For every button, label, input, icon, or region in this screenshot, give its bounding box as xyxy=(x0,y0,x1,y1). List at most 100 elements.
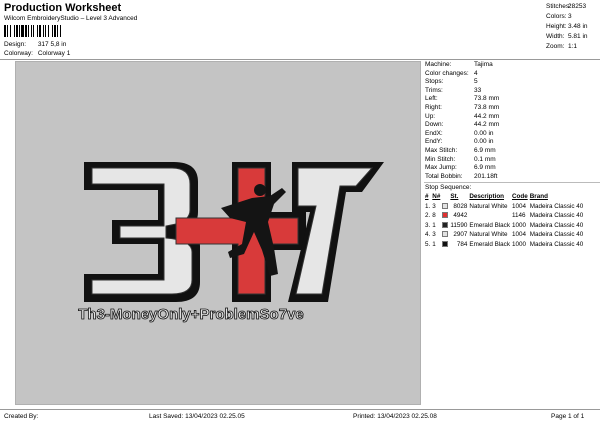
design-preview: Th3-MoneyOnly+ProblemSo7ve xyxy=(15,61,421,405)
colorway-row: Colorway: Colorway 1 xyxy=(4,50,70,57)
needle-number: 3 xyxy=(432,231,436,239)
software-subtitle: Wilcom EmbroideryStudio – Level 3 Advanc… xyxy=(4,15,138,22)
stat-label: Colors: xyxy=(546,13,567,20)
stitch-count: 4942 xyxy=(453,212,468,220)
barcode xyxy=(4,25,88,37)
stat-value: 5.81 in xyxy=(568,33,588,40)
thread-color-swatch xyxy=(442,231,449,238)
machine-info-row: Total Bobbin: 201.18ft xyxy=(424,173,600,182)
machine-info-label: Right: xyxy=(425,103,442,111)
stop-sequence-header: # N# St. Description Code Brand xyxy=(424,192,584,201)
stitch-count: 784 xyxy=(456,240,468,248)
artwork-slogan: Th3-MoneyOnly+ProblemSo7ve xyxy=(78,306,303,323)
machine-info-value: 73.8 mm xyxy=(474,95,500,103)
stop-sequence-row: 1. 3 8028 Natural White 1004 Madeira Classic … xyxy=(424,201,584,211)
thread-color-swatch xyxy=(442,240,449,247)
thread-color-swatch xyxy=(442,202,449,209)
machine-info-row: Machine: Tajima xyxy=(424,61,600,70)
machine-info-row: Max Stitch: 6.9 mm xyxy=(424,147,600,156)
design-value: 317 5,8 in xyxy=(37,41,67,48)
needle-number: 8 xyxy=(432,212,436,220)
machine-info-row: EndY: 0.00 in xyxy=(424,138,600,147)
stop-num: 4. xyxy=(425,231,431,239)
design-stats: Stitches:28253 Colors:3 Height:3.48 in W… xyxy=(546,2,588,52)
machine-info-value: 6.9 mm xyxy=(474,146,496,154)
machine-info-value: 0.00 in xyxy=(474,129,494,137)
stop-num: 1. xyxy=(425,202,431,210)
stat-value: 28253 xyxy=(568,3,587,10)
stop-sequence-row: 2. 8 4942 1146 Madeira Classic 40 xyxy=(424,211,584,221)
machine-info-row: Up: 44.2 mm xyxy=(424,113,600,122)
stat-zoom: Zoom: 1:1 xyxy=(546,42,588,52)
stat-label: Zoom: xyxy=(546,43,565,50)
stat-value: 3.48 in xyxy=(568,23,588,30)
stat-height: Height:3.48 in xyxy=(546,22,588,32)
stitch-count: 8028 xyxy=(453,202,468,210)
col-description: Description xyxy=(469,193,505,201)
worksheet-title: Production Worksheet xyxy=(4,2,122,14)
col-code: Code xyxy=(511,193,528,201)
machine-info-value: 0.1 mm xyxy=(474,155,496,163)
thread-code: 1000 xyxy=(511,240,526,248)
header-divider xyxy=(0,59,600,60)
needle-number: 1 xyxy=(432,221,436,229)
needle-number: 1 xyxy=(432,240,436,248)
thread-code: 1004 xyxy=(511,202,526,210)
stop-num: 3. xyxy=(425,221,431,229)
color-swatch xyxy=(441,211,449,221)
color-swatch xyxy=(441,239,449,249)
stop-sequence-body: 1. 3 8028 Natural White 1004 Madeira Classic … xyxy=(424,201,584,249)
machine-info-label: Machine: xyxy=(425,61,452,68)
machine-info-panel: Machine: Tajima Color changes: 4 Stops: 5 Trim… xyxy=(424,61,600,249)
machine-info-label: Total Bobbin: xyxy=(425,172,463,180)
machine-info-label: EndX: xyxy=(425,129,443,137)
machine-info-row: Trims: 33 xyxy=(424,87,600,96)
stat-label: Stitches: xyxy=(546,3,571,10)
stat-colors: Colors:3 xyxy=(546,12,588,22)
created-by: Created By: xyxy=(4,413,39,420)
machine-info-list: Machine: Tajima Color changes: 4 Stops: 5 Trim… xyxy=(424,61,600,181)
stop-num: 2. xyxy=(425,212,431,220)
thread-color-swatch xyxy=(442,212,449,219)
stop-sequence-table: # N# St. Description Code Brand 1. 3 8028 N… xyxy=(424,192,584,249)
thread-code: 1000 xyxy=(511,221,526,229)
machine-info-value: 73.8 mm xyxy=(474,103,500,111)
thread-brand: Madeira Classic 40 xyxy=(529,221,584,229)
colorway-value: Colorway 1 xyxy=(37,50,71,57)
thread-description: Natural White xyxy=(469,231,508,239)
page-number: Page 1 of 1 xyxy=(551,413,585,420)
stop-sequence-row: 3. 1 11590 Emerald Black 1000 Madeira Classic… xyxy=(424,220,584,230)
machine-info-label: Max Jump: xyxy=(425,164,457,172)
machine-info-row: Right: 73.8 mm xyxy=(424,104,600,113)
stat-value: 3 xyxy=(568,13,572,20)
thread-description: Natural White xyxy=(469,202,508,210)
color-swatch xyxy=(441,201,449,211)
machine-info-label: Color changes: xyxy=(425,69,469,77)
colorway-label: Colorway: xyxy=(4,50,33,57)
machine-info-value: 44.2 mm xyxy=(474,112,500,120)
thread-brand: Madeira Classic 40 xyxy=(529,212,584,220)
machine-info-value: 44.2 mm xyxy=(474,121,500,129)
thread-brand: Madeira Classic 40 xyxy=(529,202,584,210)
col-stitches: St. xyxy=(450,193,459,201)
col-brand: Brand xyxy=(529,193,548,201)
machine-info-row: Stops: 5 xyxy=(424,78,600,87)
col-color xyxy=(441,192,449,201)
machine-info-label: Min Stitch: xyxy=(425,155,456,163)
machine-info-value: 4 xyxy=(474,69,478,77)
thread-description: Emerald Black xyxy=(469,240,510,248)
machine-info-value: 33 xyxy=(474,86,482,94)
last-saved: Last Saved: 13/04/2023 02.25.05 xyxy=(149,413,245,420)
footer-divider xyxy=(0,409,600,410)
stat-label: Height: xyxy=(546,23,567,30)
stop-sequence-row: 5. 1 784 Emerald Black 1000 Madeira Classic 4… xyxy=(424,239,584,249)
thread-code: 1146 xyxy=(511,212,526,220)
color-swatch xyxy=(441,230,449,240)
machine-info-value: 5 xyxy=(474,78,478,86)
machine-info-label: Max Stitch: xyxy=(425,146,458,154)
color-swatch xyxy=(441,220,449,230)
machine-info-label: Trims: xyxy=(425,86,443,94)
design-label: Design: xyxy=(4,41,27,48)
stat-stitches: Stitches:28253 xyxy=(546,2,588,12)
thread-description: Emerald Black xyxy=(469,221,510,229)
